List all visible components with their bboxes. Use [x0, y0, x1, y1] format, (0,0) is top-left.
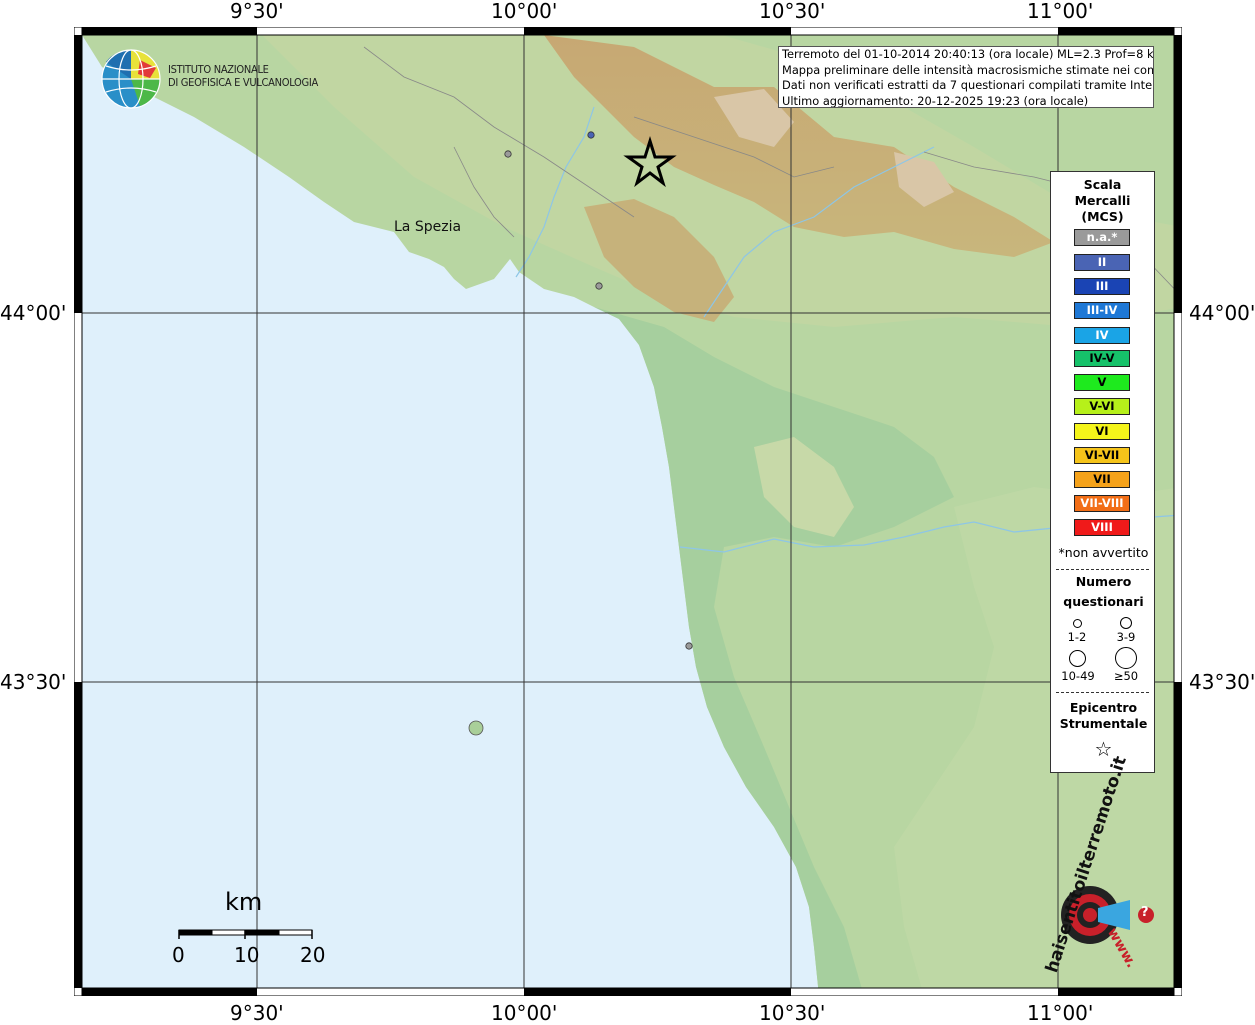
legend-swatch-vi: VI	[1074, 423, 1130, 440]
info-line-1: Terremoto del 01-10-2014 20:40:13 (ora l…	[782, 47, 1154, 61]
legend-swatch-iii: III	[1074, 278, 1130, 295]
count-title: Numero questionari	[1051, 572, 1156, 612]
count-title-line2: questionari	[1063, 594, 1144, 609]
scale-unit: km	[225, 888, 263, 916]
epicenter-title: Epicentro Strumentale	[1051, 700, 1156, 732]
brand-mark: ?	[1141, 905, 1149, 920]
info-line-3: Dati non verificati estratti da 7 questi…	[782, 78, 1154, 92]
island-gorgona	[468, 720, 484, 736]
legend-swatch-iv: IV	[1074, 327, 1130, 344]
lat-label-left-1: 43°30'	[0, 670, 67, 694]
ingv-globe-icon	[101, 49, 161, 109]
city-label-la-spezia: La Spezia	[394, 219, 462, 235]
epicenter-star-legend-icon: ☆	[1094, 737, 1113, 761]
legend-separator	[1056, 569, 1149, 570]
map-canvas	[74, 27, 1182, 996]
legend-swatch-v-vi: V-VI	[1074, 398, 1130, 415]
lon-label-top-0: 9°30'	[230, 0, 284, 23]
legend-title-line3: (MCS)	[1081, 209, 1124, 224]
info-line-2: Mappa preliminare delle intensità macros…	[782, 62, 1154, 77]
legend-panel: Scala Mercalli (MCS) n.a.* II III III-IV IV I…	[1050, 171, 1155, 773]
count-label-1-2: 1-2	[1067, 630, 1087, 644]
lon-label-bottom-0: 9°30'	[230, 1001, 284, 1025]
intensity-point-na	[595, 282, 603, 290]
map-frame	[74, 27, 1182, 996]
epicenter-title-line2: Strumentale	[1059, 716, 1148, 731]
legend-swatch-v: V	[1074, 374, 1130, 391]
scale-tick-0: 0	[172, 943, 185, 967]
legend-title-line2: Mercalli	[1074, 193, 1131, 208]
ingv-line2: DI GEOFISICA E VULCANOLOGIA	[168, 76, 318, 89]
info-line-4: Ultimo aggiornamento: 20-12-2025 19:23 (…	[782, 93, 1089, 108]
count-label-3-9: 3-9	[1116, 630, 1136, 644]
lat-label-left-0: 44°00'	[0, 301, 67, 325]
lon-label-top-1: 10°00'	[491, 0, 558, 23]
scale-tick-10: 10	[234, 943, 260, 967]
legend-swatch-iii-iv: III-IV	[1074, 302, 1130, 319]
lon-label-bottom-3: 11°00'	[1027, 1001, 1094, 1025]
legend-separator-2	[1056, 692, 1149, 693]
legend-title: Scala Mercalli (MCS)	[1051, 177, 1154, 225]
legend-note: *non avvertito	[1058, 545, 1149, 560]
lon-label-top-2: 10°30'	[759, 0, 826, 23]
lon-label-top-3: 11°00'	[1027, 0, 1094, 23]
legend-swatch-viii: VIII	[1074, 519, 1130, 536]
lat-label-right-0: 44°00'	[1189, 301, 1255, 325]
epicenter-title-line1: Epicentro	[1069, 700, 1138, 715]
info-box: Terremoto del 01-10-2014 20:40:13 (ora l…	[778, 46, 1154, 108]
lon-label-bottom-1: 10°00'	[491, 1001, 558, 1025]
count-circle-50	[1115, 647, 1137, 669]
intensity-point-na	[504, 150, 512, 158]
lat-label-right-1: 43°30'	[1189, 670, 1255, 694]
legend-swatch-iv-v: IV-V	[1074, 350, 1130, 367]
legend-swatch-n-a-: n.a.*	[1074, 229, 1130, 246]
ingv-line1: ISTITUTO NAZIONALE	[168, 63, 269, 76]
lon-label-bottom-2: 10°30'	[759, 1001, 826, 1025]
count-circle-1-2	[1073, 619, 1082, 628]
count-circle-3-9	[1120, 617, 1132, 629]
legend-title-line1: Scala	[1083, 177, 1122, 192]
legend-swatch-ii: II	[1074, 254, 1130, 271]
count-title-line1: Numero	[1075, 574, 1132, 589]
intensity-point-ii	[587, 131, 595, 139]
scale-tick-20: 20	[300, 943, 326, 967]
legend-swatch-vii-viii: VII-VIII	[1074, 495, 1130, 512]
count-label-10-49: 10-49	[1061, 669, 1095, 683]
legend-swatch-vii: VII	[1074, 471, 1130, 488]
count-label-50: ≥50	[1113, 669, 1139, 683]
intensity-point-na	[685, 642, 693, 650]
count-circle-10-49	[1069, 650, 1086, 667]
ingv-logo-text: ISTITUTO NAZIONALE DI GEOFISICA E VULCAN…	[168, 63, 318, 89]
legend-swatch-vi-vii: VI-VII	[1074, 447, 1130, 464]
